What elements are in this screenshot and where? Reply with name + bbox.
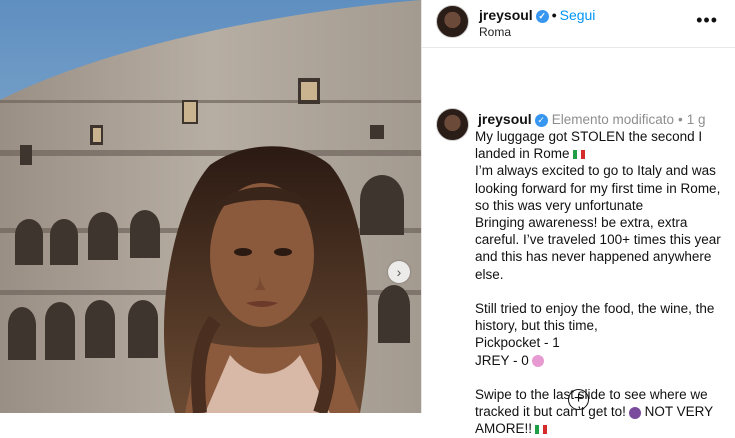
post-panel: jreysoul ✓ • Segui Roma ••• jreysoul ✓ Elemen…	[421, 0, 735, 436]
verified-badge-icon: ✓	[534, 113, 548, 127]
italy-flag-icon	[572, 150, 585, 160]
caption-text: My luggage got STOLEN the second I lande…	[475, 128, 733, 438]
caption-line: I’m always excited to go to Italy and wa…	[475, 163, 721, 213]
more-options-icon[interactable]: •••	[696, 10, 718, 31]
caption-line: My luggage got STOLEN the second I lande…	[475, 129, 703, 162]
post-time[interactable]: 1 g	[687, 112, 706, 127]
caption-username[interactable]: jreysoul	[478, 111, 532, 127]
add-comment-icon[interactable]: +	[568, 389, 589, 410]
post-photo: ›	[0, 0, 421, 413]
caption-line: JREY - 0	[475, 352, 733, 369]
post-header: jreysoul ✓ • Segui Roma •••	[422, 0, 735, 48]
separator: •	[678, 112, 683, 127]
avatar[interactable]	[436, 5, 469, 38]
next-slide-button[interactable]: ›	[388, 261, 410, 283]
emoji-icon	[531, 355, 544, 368]
location-link[interactable]: Roma	[479, 25, 511, 39]
header-user-row: jreysoul ✓ • Segui	[479, 7, 595, 23]
header-username[interactable]: jreysoul	[479, 7, 533, 23]
caption-avatar[interactable]	[436, 108, 469, 141]
edited-label: Elemento modificato	[551, 112, 675, 127]
verified-badge-icon: ✓	[535, 9, 549, 23]
caption-line: Pickpocket - 1	[475, 335, 560, 351]
colosseum-selfie-image	[0, 0, 421, 413]
caption-line: Swipe to the last slide to see where we …	[475, 387, 713, 437]
separator: •	[551, 7, 557, 23]
follow-button[interactable]: Segui	[560, 7, 596, 23]
caption-line: Still tried to enjoy the food, the wine,…	[475, 301, 715, 334]
chevron-right-icon: ›	[396, 264, 402, 280]
italy-flag-icon	[535, 425, 548, 435]
caption-line: Bringing awareness! be extra, extra care…	[475, 215, 721, 282]
caption-header: jreysoul ✓ Elemento modificato • 1 g	[478, 111, 706, 127]
